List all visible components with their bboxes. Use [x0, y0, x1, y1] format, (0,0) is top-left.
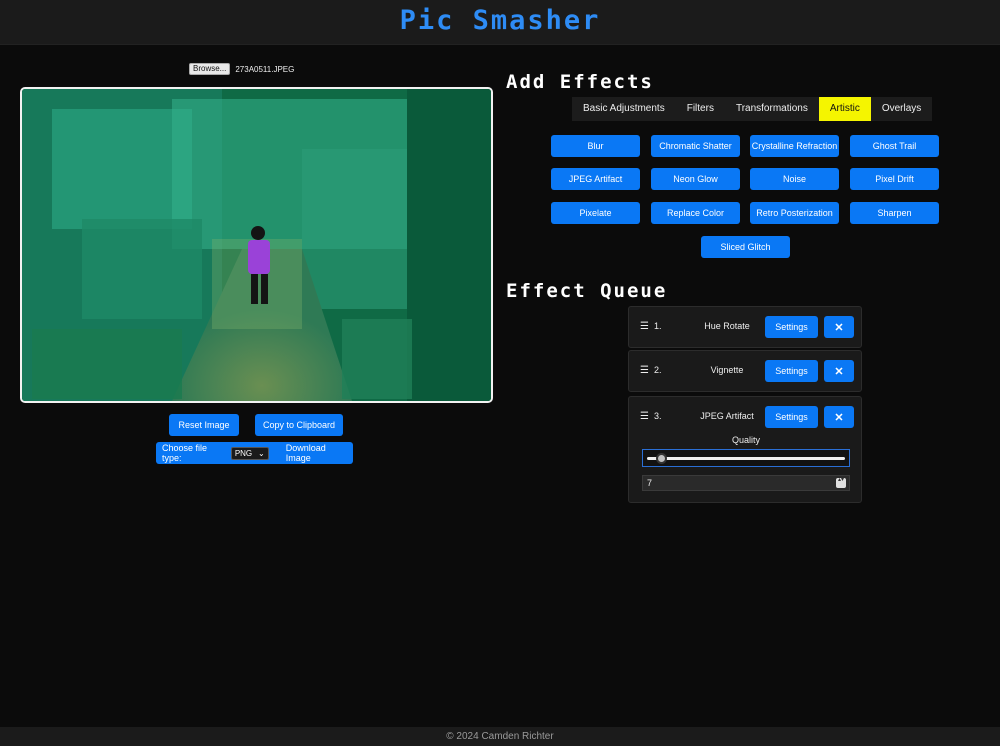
app-header: Pic Smasher — [0, 0, 1000, 45]
spinner-icon[interactable]: ▴▾ — [836, 477, 846, 488]
app-title: Pic Smasher — [399, 5, 601, 36]
queue-item-name: JPEG Artifact — [700, 411, 754, 421]
slider-track — [647, 457, 845, 460]
file-name: 273A0511.JPEG — [235, 64, 295, 74]
remove-button[interactable]: ✕ — [824, 360, 854, 382]
settings-button[interactable]: Settings — [765, 406, 818, 428]
queue-item-index: 1. — [654, 321, 662, 331]
download-image-button[interactable]: Download Image — [286, 443, 353, 463]
drag-handle-icon[interactable]: ☰ — [640, 411, 649, 422]
queue-item-index: 2. — [654, 365, 662, 375]
effect-button-chromatic-shatter[interactable]: Chromatic Shatter — [651, 135, 740, 157]
queue-item-header: ☰ 1. Hue Rotate Settings ✕ — [629, 307, 861, 347]
effect-button-ghost-trail[interactable]: Ghost Trail — [850, 135, 939, 157]
effect-button-pixelate[interactable]: Pixelate — [551, 202, 640, 224]
queue-item: ☰ 3. JPEG Artifact Settings ✕ Quality 7 ▴▾ — [628, 396, 862, 503]
preview-image — [22, 89, 491, 401]
queue-item: ☰ 2. Vignette Settings ✕ — [628, 350, 862, 392]
tab-basic-adjustments[interactable]: Basic Adjustments — [572, 97, 676, 121]
queue-item-header: ☰ 2. Vignette Settings ✕ — [629, 351, 861, 391]
effect-button-sliced-glitch[interactable]: Sliced Glitch — [701, 236, 790, 258]
file-type-select[interactable]: PNG ⌄ — [230, 446, 269, 460]
file-type-label: Choose file type: — [162, 443, 208, 463]
slider-thumb[interactable] — [656, 453, 667, 464]
effect-button-pixel-drift[interactable]: Pixel Drift — [850, 168, 939, 190]
effect-button-jpeg-artifact[interactable]: JPEG Artifact — [551, 168, 640, 190]
image-preview — [20, 87, 493, 403]
file-chooser: Browse... 273A0511.JPEG — [189, 63, 294, 75]
copy-to-clipboard-button[interactable]: Copy to Clipboard — [255, 414, 343, 436]
tab-filters[interactable]: Filters — [676, 97, 725, 121]
effect-button-crystalline-refraction[interactable]: Crystalline Refraction — [750, 135, 839, 157]
queue-item-name: Vignette — [710, 365, 744, 375]
chevron-down-icon: ⌄ — [258, 448, 265, 458]
effect-button-retro-posterization[interactable]: Retro Posterization — [750, 202, 839, 224]
queue-item-index: 3. — [654, 411, 662, 421]
tab-overlays[interactable]: Overlays — [871, 97, 932, 121]
effect-button-neon-glow[interactable]: Neon Glow — [651, 168, 740, 190]
download-bar: Choose file type: PNG ⌄ Download Image — [156, 442, 353, 464]
drag-handle-icon[interactable]: ☰ — [640, 321, 649, 332]
footer: © 2024 Camden Richter — [0, 727, 1000, 746]
drag-handle-icon[interactable]: ☰ — [640, 365, 649, 376]
effect-category-tabs: Basic Adjustments Filters Transformations A… — [572, 97, 933, 121]
remove-button[interactable]: ✕ — [824, 316, 854, 338]
effect-button-noise[interactable]: Noise — [750, 168, 839, 190]
effect-button-sharpen[interactable]: Sharpen — [850, 202, 939, 224]
quality-number-input[interactable]: 7 ▴▾ — [642, 475, 850, 491]
effect-button-blur[interactable]: Blur — [551, 135, 640, 157]
effect-button-replace-color[interactable]: Replace Color — [651, 202, 740, 224]
copyright-text: © 2024 Camden Richter — [446, 731, 554, 742]
browse-button[interactable]: Browse... — [189, 63, 231, 75]
tab-transformations[interactable]: Transformations — [725, 97, 819, 121]
settings-button[interactable]: Settings — [765, 360, 818, 382]
queue-item: ☰ 1. Hue Rotate Settings ✕ — [628, 306, 862, 348]
file-type-value: PNG — [234, 448, 253, 458]
effect-queue-heading: Effect Queue — [506, 280, 668, 302]
quality-value: 7 — [647, 478, 653, 488]
reset-image-button[interactable]: Reset Image — [169, 414, 239, 436]
quality-slider[interactable] — [642, 449, 850, 467]
quality-label: Quality — [731, 435, 760, 445]
tab-artistic[interactable]: Artistic — [818, 97, 871, 121]
settings-button[interactable]: Settings — [765, 316, 818, 338]
queue-item-name: Hue Rotate — [704, 321, 750, 331]
remove-button[interactable]: ✕ — [824, 406, 854, 428]
queue-item-header: ☰ 3. JPEG Artifact Settings ✕ — [629, 397, 861, 437]
add-effects-heading: Add Effects — [506, 71, 654, 93]
